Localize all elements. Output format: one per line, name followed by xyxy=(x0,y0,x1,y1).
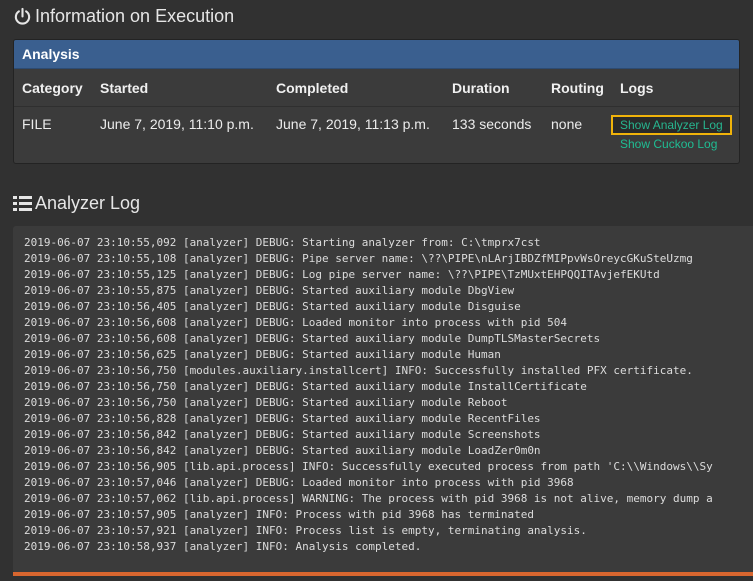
log-line: 2019-06-07 23:10:56,750 [modules.auxilia… xyxy=(24,364,693,377)
log-line: 2019-06-07 23:10:56,625 [analyzer] DEBUG… xyxy=(24,348,501,361)
header-category: Category xyxy=(22,80,83,96)
log-line: 2019-06-07 23:10:57,062 [lib.api.process… xyxy=(24,492,713,505)
header-completed: Completed xyxy=(276,80,349,96)
execution-section-title: Information on Execution xyxy=(13,6,234,27)
log-line: 2019-06-07 23:10:55,125 [analyzer] DEBUG… xyxy=(24,268,660,281)
accent-bar xyxy=(13,572,753,576)
list-icon xyxy=(13,195,32,212)
analysis-panel-title: Analysis xyxy=(14,40,739,69)
header-duration: Duration xyxy=(452,80,510,96)
cell-completed: June 7, 2019, 11:13 p.m. xyxy=(276,116,430,132)
analyzer-log-lines: 2019-06-07 23:10:55,092 [analyzer] DEBUG… xyxy=(24,235,713,555)
log-line: 2019-06-07 23:10:56,842 [analyzer] DEBUG… xyxy=(24,444,541,457)
analysis-panel: Analysis Category Started Completed Dura… xyxy=(13,39,740,164)
log-line: 2019-06-07 23:10:56,842 [analyzer] DEBUG… xyxy=(24,428,541,441)
header-logs: Logs xyxy=(620,80,654,96)
log-line: 2019-06-07 23:10:56,608 [analyzer] DEBUG… xyxy=(24,316,568,329)
cell-started: June 7, 2019, 11:10 p.m. xyxy=(100,116,254,132)
log-line: 2019-06-07 23:10:56,750 [analyzer] DEBUG… xyxy=(24,380,587,393)
table-divider xyxy=(14,106,739,107)
show-cuckoo-log-link[interactable]: Show Cuckoo Log xyxy=(620,137,717,151)
log-line: 2019-06-07 23:10:55,108 [analyzer] DEBUG… xyxy=(24,252,693,265)
log-line: 2019-06-07 23:10:57,905 [analyzer] INFO:… xyxy=(24,508,534,521)
log-line: 2019-06-07 23:10:55,875 [analyzer] DEBUG… xyxy=(24,284,515,297)
log-line: 2019-06-07 23:10:56,905 [lib.api.process… xyxy=(24,460,713,473)
cell-category: FILE xyxy=(22,116,52,132)
log-line: 2019-06-07 23:10:55,092 [analyzer] DEBUG… xyxy=(24,236,541,249)
header-routing: Routing xyxy=(551,80,604,96)
page: Information on Execution Analysis Catego… xyxy=(0,0,753,581)
log-line: 2019-06-07 23:10:58,937 [analyzer] INFO:… xyxy=(24,540,422,553)
log-line: 2019-06-07 23:10:57,921 [analyzer] INFO:… xyxy=(24,524,587,537)
log-line: 2019-06-07 23:10:56,608 [analyzer] DEBUG… xyxy=(24,332,601,345)
cell-duration: 133 seconds xyxy=(452,116,532,132)
execution-title-text: Information on Execution xyxy=(35,6,235,26)
log-line: 2019-06-07 23:10:56,750 [analyzer] DEBUG… xyxy=(24,396,508,409)
log-line: 2019-06-07 23:10:56,828 [analyzer] DEBUG… xyxy=(24,412,541,425)
cell-routing: none xyxy=(551,116,583,132)
analyzer-log-section-title: Analyzer Log xyxy=(13,193,140,214)
show-analyzer-log-link[interactable]: Show Analyzer Log xyxy=(611,115,732,135)
log-line: 2019-06-07 23:10:56,405 [analyzer] DEBUG… xyxy=(24,300,521,313)
log-line: 2019-06-07 23:10:57,046 [analyzer] DEBUG… xyxy=(24,476,574,489)
header-started: Started xyxy=(100,80,149,96)
power-icon xyxy=(13,7,32,26)
analyzer-log-title-text: Analyzer Log xyxy=(35,193,141,213)
analyzer-log-box: 2019-06-07 23:10:55,092 [analyzer] DEBUG… xyxy=(13,226,753,573)
